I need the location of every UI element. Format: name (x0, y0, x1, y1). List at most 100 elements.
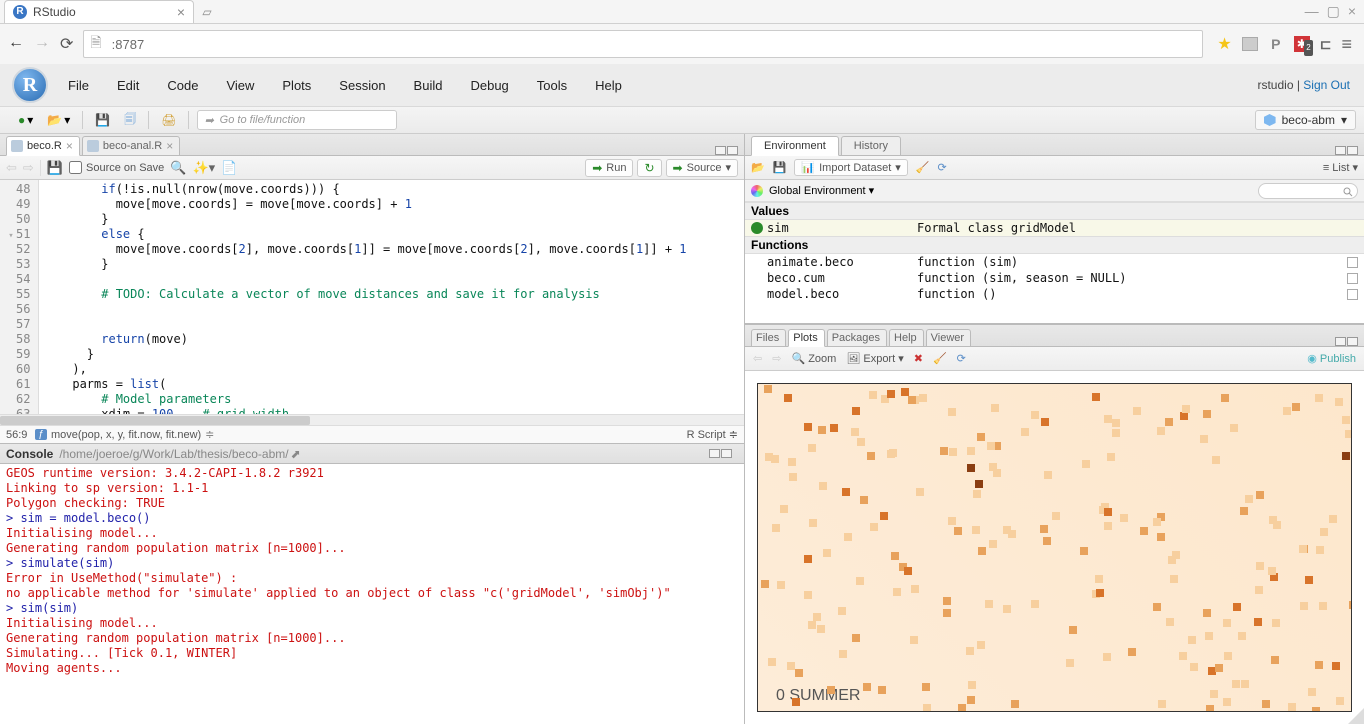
plots-pane: Files Plots Packages Help Viewer ⇦ ⇨ 🔍 Z… (745, 324, 1364, 724)
pane-layout-icon[interactable] (1335, 337, 1358, 346)
menu-tools[interactable]: Tools (537, 78, 567, 93)
window-controls: — ▢ × (1305, 3, 1364, 20)
goto-arrow-icon: ➡ (204, 114, 213, 127)
run-button[interactable]: ➡Run (585, 159, 633, 177)
pane-layout-icon[interactable] (709, 449, 732, 458)
load-ws-icon[interactable]: 📂 (751, 161, 765, 174)
menu-view[interactable]: View (226, 78, 254, 93)
source-on-save[interactable]: Source on Save (69, 161, 164, 174)
menu-debug[interactable]: Debug (470, 78, 508, 93)
menu-help[interactable]: Help (595, 78, 622, 93)
env-tab-environment[interactable]: Environment (751, 136, 839, 156)
resize-handle-icon[interactable] (1348, 708, 1364, 724)
tab-plots[interactable]: Plots (788, 329, 824, 347)
save-button[interactable]: 💾 (91, 111, 114, 129)
env-scope-selector[interactable]: Global Environment ▾ (769, 184, 874, 197)
rfile-icon (11, 140, 23, 152)
chrome-menu-icon[interactable]: ≡ (1341, 34, 1352, 55)
export-button[interactable]: 🖼 Export ▾ (846, 352, 903, 365)
env-tab-history[interactable]: History (841, 136, 901, 156)
pane-layout-icon[interactable] (1335, 146, 1358, 155)
extension-bracket-icon[interactable]: ⊏ (1320, 36, 1332, 53)
save-icon[interactable]: 💾 (47, 160, 63, 176)
sign-out-link[interactable]: Sign Out (1303, 78, 1350, 92)
plot-area[interactable]: 0 SUMMER (745, 371, 1364, 724)
menu-file[interactable]: File (68, 78, 89, 93)
open-file-button[interactable]: 📂▾ (43, 111, 74, 129)
code-editor[interactable]: 484950▾51525354555657585960616263 if(!is… (0, 180, 744, 414)
extension-icon[interactable] (1242, 37, 1258, 51)
tab-files[interactable]: Files (751, 329, 786, 347)
clear-ws-icon[interactable]: 🧹 (916, 161, 930, 174)
editor-hscrollbar[interactable] (0, 414, 744, 425)
new-file-button[interactable]: ●▾ (14, 111, 37, 129)
refresh-icon[interactable]: ⟳ (937, 161, 946, 174)
source-tab[interactable]: beco-anal.R × (82, 136, 180, 156)
menu-session[interactable]: Session (339, 78, 385, 93)
refresh-plot-icon[interactable]: ⟳ (957, 352, 966, 365)
find-icon[interactable]: 🔍 (170, 160, 186, 176)
close-window-icon[interactable]: × (1348, 3, 1356, 20)
back-nav-icon[interactable]: ⇦ (6, 160, 17, 176)
rfile-icon (87, 140, 99, 152)
back-icon[interactable]: ← (8, 34, 24, 54)
username: rstudio (1257, 78, 1293, 92)
source-tabs: beco.R × beco-anal.R × (0, 134, 744, 156)
source-toolbar: ⇦ ⇨ 💾 Source on Save 🔍 ✨▾ 📄 ➡Run ↻ ➡Sour… (0, 156, 744, 180)
menu-code[interactable]: Code (167, 78, 198, 93)
project-selector[interactable]: beco-abm ▾ (1255, 110, 1356, 130)
reload-icon[interactable]: ⟳ (60, 34, 73, 54)
report-icon[interactable]: 📄 (221, 160, 237, 176)
remove-plot-icon[interactable]: ✖ (914, 352, 923, 365)
project-icon (1264, 114, 1276, 126)
extension-p-icon[interactable]: P (1268, 36, 1284, 52)
url-input[interactable] (112, 37, 1197, 52)
cursor-pos: 56:9 (6, 429, 27, 441)
forward-icon[interactable]: → (34, 34, 50, 54)
close-tab-icon[interactable]: × (66, 139, 73, 153)
env-row[interactable]: model.becofunction () (745, 286, 1364, 302)
env-row[interactable]: beco.cumfunction (sim, season = NULL) (745, 270, 1364, 286)
tab-viewer[interactable]: Viewer (926, 329, 971, 347)
import-dataset-button[interactable]: 📊 Import Dataset ▾ (794, 159, 907, 176)
save-all-button[interactable]: 🗐 (120, 108, 140, 133)
forward-nav-icon[interactable]: ⇨ (23, 160, 34, 176)
tab-help[interactable]: Help (889, 329, 924, 347)
clear-plots-icon[interactable]: 🧹 (933, 352, 947, 365)
main-toolbar: ●▾ 📂▾ 💾 🗐 🖨 ➡ Go to file/function beco-a… (0, 106, 1364, 134)
pane-layout-icon[interactable] (715, 146, 738, 155)
source-tab-active[interactable]: beco.R × (6, 136, 80, 156)
fn-context[interactable]: move(pop, x, y, fit.now, fit.new) (51, 429, 201, 441)
publish-button[interactable]: ◉ Publish (1307, 352, 1356, 365)
env-row[interactable]: simFormal class gridModel (745, 220, 1364, 236)
wand-icon[interactable]: ✨▾ (192, 160, 215, 176)
close-tab-icon[interactable]: × (166, 139, 173, 153)
rerun-button[interactable]: ↻ (637, 159, 661, 177)
url-bar[interactable]: 🗎 (83, 30, 1203, 58)
new-tab-button[interactable]: ▱ (198, 5, 216, 19)
source-button[interactable]: ➡Source ▾ (666, 159, 738, 177)
print-button[interactable]: 🖨 (157, 111, 180, 129)
minimize-icon[interactable]: — (1305, 3, 1319, 20)
bookmark-star-icon[interactable]: ★ (1217, 34, 1231, 54)
plot-next-icon[interactable]: ⇨ (772, 352, 781, 365)
browser-tab[interactable]: R RStudio × (4, 0, 194, 23)
extension-lastpass-icon[interactable]: ✱2 (1294, 36, 1310, 52)
maximize-icon[interactable]: ▢ (1327, 3, 1340, 20)
menu-edit[interactable]: Edit (117, 78, 139, 93)
menu-build[interactable]: Build (414, 78, 443, 93)
wd-popup-icon[interactable]: ⬈ (291, 447, 301, 461)
env-row[interactable]: animate.becofunction (sim) (745, 254, 1364, 270)
goto-file-input[interactable]: ➡ Go to file/function (197, 110, 397, 130)
tab-packages[interactable]: Packages (827, 329, 887, 347)
plot-prev-icon[interactable]: ⇦ (753, 352, 762, 365)
close-tab-icon[interactable]: × (177, 4, 185, 20)
list-view-toggle[interactable]: ≡ List ▾ (1323, 161, 1358, 174)
env-search-input[interactable] (1258, 183, 1358, 199)
lang-indicator[interactable]: R Script (687, 429, 726, 441)
menu-plots[interactable]: Plots (282, 78, 311, 93)
console-output[interactable]: GEOS runtime version: 3.4.2-CAPI-1.8.2 r… (0, 464, 744, 724)
zoom-button[interactable]: 🔍 Zoom (791, 352, 836, 365)
save-ws-icon[interactable]: 💾 (773, 161, 787, 174)
chevron-icon[interactable]: ≑ (205, 428, 214, 441)
